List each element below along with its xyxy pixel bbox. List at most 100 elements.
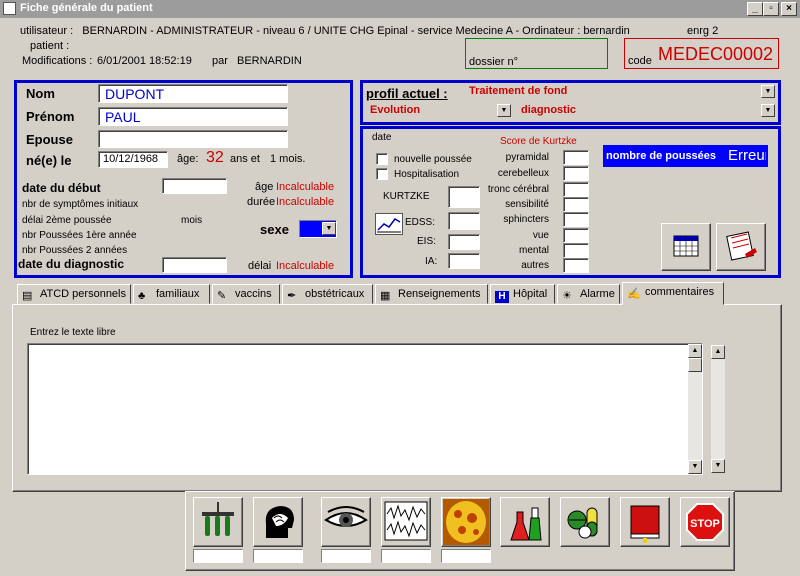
kurtzke-item-field[interactable] [563, 212, 589, 227]
eis-label: EIS: [417, 236, 436, 247]
delai2-label: délai 2ème poussée [22, 215, 112, 226]
tab-obstétricaux[interactable]: ✒ obstétricaux [282, 284, 373, 304]
eeg-button[interactable] [381, 497, 431, 547]
kurtzke-label: KURTZKE [383, 191, 430, 202]
kurtzke-item-label: vue [532, 230, 549, 241]
agenda-icon [726, 231, 757, 261]
outer-scrollbar[interactable]: ▲ ▼ [711, 345, 725, 473]
traitement-value[interactable]: Traitement de fond [469, 85, 567, 97]
lab-tubes-button[interactable] [193, 497, 243, 547]
tab-label: ATCD personnels [40, 288, 126, 300]
tab-label: Hôpital [513, 288, 548, 300]
kurtzke-item-field[interactable] [563, 243, 589, 258]
patient-label: patient : [30, 40, 70, 52]
chevron-down-icon[interactable]: ▼ [322, 222, 336, 235]
kurtzke-field[interactable] [448, 186, 480, 208]
tab-label: Alarme [580, 288, 615, 300]
modifications-date: 6/01/2001 18:52:19 [97, 55, 192, 67]
kurtzke-item-label: pyramidal [505, 152, 549, 163]
pills-button[interactable] [560, 497, 610, 547]
birthdate-field[interactable]: 10/12/1968 [98, 151, 168, 168]
outer-scroll-up-icon[interactable]: ▲ [711, 345, 725, 359]
date-label: date [372, 132, 392, 143]
epouse-field[interactable] [98, 130, 288, 148]
evolution-value[interactable]: Evolution [370, 104, 420, 116]
date-debut-field[interactable] [162, 178, 227, 194]
age-suffix: ans et [230, 153, 260, 165]
hospital-icon: H [495, 291, 509, 303]
lab-tubes-count [193, 549, 243, 563]
par-value: BERNARDIN [237, 55, 302, 67]
sexe-label: sexe [260, 222, 289, 237]
chart-icon[interactable] [375, 213, 403, 235]
dossier-label: dossier n° [469, 56, 519, 68]
symptomes-label: nbr de symptômes initiaux [22, 199, 139, 210]
ne-le-label: né(e) le [26, 153, 72, 168]
kurtzke-item-field[interactable] [563, 150, 589, 165]
scroll-down-icon[interactable]: ▼ [688, 460, 702, 474]
sexe-select[interactable]: ▼ [299, 220, 337, 238]
tab-commentaires[interactable]: ✍ commentaires [622, 282, 724, 305]
comment-textarea[interactable]: ▲ ▼ [27, 343, 703, 475]
kurtzke-item-field[interactable] [563, 197, 589, 212]
document-icon: ▦ [380, 290, 391, 302]
book-button[interactable] [620, 497, 670, 547]
eeg-wave-icon [384, 501, 428, 541]
tab-renseignements[interactable]: ▦ Renseignements [375, 284, 488, 304]
close-button[interactable]: × [781, 2, 797, 16]
age-value: 32 [206, 149, 224, 166]
kurtzke-item-field[interactable] [563, 166, 589, 181]
date-diagnostic-field[interactable] [162, 257, 227, 273]
user-info: utilisateur : BERNARDIN - ADMINISTRATEUR… [20, 25, 630, 37]
tab-h-pital[interactable]: H Hôpital [490, 284, 555, 304]
code-label: code [628, 55, 652, 67]
chemistry-button[interactable] [500, 497, 550, 547]
tab-alarme[interactable]: ☀ Alarme [557, 284, 620, 304]
ia-field[interactable] [448, 253, 480, 269]
nom-label: Nom [26, 86, 55, 101]
syringe-icon: ✎ [217, 290, 227, 302]
hospitalisation-checkbox[interactable] [376, 168, 388, 180]
scroll-thumb[interactable] [688, 358, 702, 372]
date-diagnostic-label: date du diagnostic [18, 257, 125, 271]
kurtzke-item-field[interactable] [563, 182, 589, 197]
mois-label: mois [181, 215, 203, 226]
minimize-button[interactable]: _ [747, 2, 763, 16]
outer-scroll-down-icon[interactable]: ▼ [711, 459, 725, 473]
tab-label: obstétricaux [305, 288, 365, 300]
traitement-dropdown-icon[interactable]: ▼ [761, 85, 775, 98]
kurtzke-item-label: mental [518, 245, 549, 256]
nouvelle-poussee-checkbox[interactable] [376, 153, 388, 165]
pills-icon [567, 507, 598, 539]
edss-field[interactable] [448, 212, 480, 230]
maximize-button[interactable]: ▫ [763, 2, 779, 16]
tab-label: Renseignements [398, 288, 481, 300]
mri-count [441, 549, 491, 563]
mri-button[interactable] [441, 497, 491, 547]
tab-familiaux[interactable]: ♣ familiaux [133, 284, 210, 304]
prenom-field[interactable]: PAUL [98, 107, 288, 126]
kurtzke-item-label: tronc cérébral [487, 184, 549, 195]
tab-atcd-personnels[interactable]: ▤ ATCD personnels [17, 284, 131, 304]
brain-scan-button[interactable] [253, 497, 303, 547]
date-debut-label: date du début [22, 181, 101, 195]
eis-field[interactable] [448, 234, 480, 250]
app-icon [3, 2, 16, 15]
evolution-dropdown-icon[interactable]: ▼ [497, 104, 511, 117]
pousses2-label: nbr Poussées 2 années [22, 245, 128, 256]
tab-vaccins[interactable]: ✎ vaccins [212, 284, 280, 304]
stop-button[interactable]: STOP [680, 497, 730, 547]
duree-value: Incalculable [276, 196, 335, 208]
diagnostic-value[interactable]: diagnostic [521, 104, 576, 116]
nom-field[interactable]: DUPONT [98, 84, 288, 103]
hospitalisation-label: Hospitalisation [394, 169, 460, 180]
scroll-up-icon[interactable]: ▲ [688, 344, 702, 358]
calendar-button[interactable] [661, 223, 711, 271]
eye-button[interactable] [321, 497, 371, 547]
par-label: par [212, 55, 228, 67]
pen-icon: ✒ [287, 290, 297, 302]
agenda-button[interactable] [716, 223, 766, 271]
kurtzke-item-field[interactable] [563, 228, 589, 243]
diagnostic-dropdown-icon[interactable]: ▼ [761, 104, 775, 117]
kurtzke-item-field[interactable] [563, 258, 589, 273]
